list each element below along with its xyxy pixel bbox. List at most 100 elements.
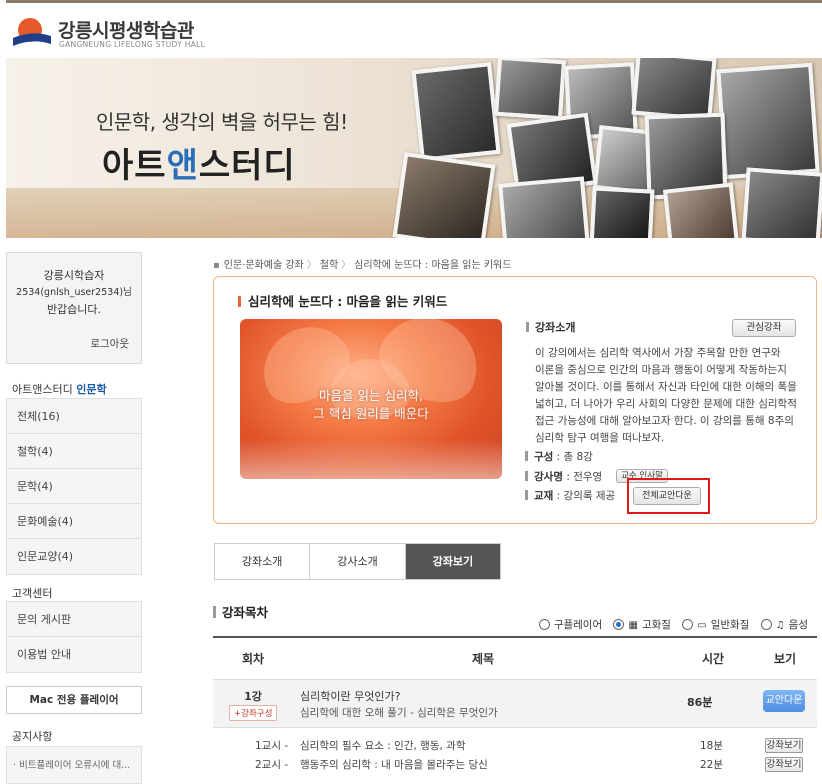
category-title-highlight: 인문학	[76, 383, 107, 396]
portrait-photo	[631, 58, 717, 122]
support-item-inquiry-board[interactable]: 문의 게시판	[7, 602, 141, 637]
portrait-photo	[662, 182, 740, 238]
thumbnail-caption-line1: 마음을 읽는 심리학,	[319, 388, 423, 403]
radio-label: 일반화질	[710, 619, 750, 631]
portrait-photo	[498, 176, 590, 238]
category-item-culture-arts[interactable]: 문화예술(4)	[7, 504, 141, 539]
breadcrumb-current: 심리학에 눈뜨다 : 마음을 읽는 키워드	[354, 260, 512, 271]
lecture-title: 심리학이란 무엇인가?	[300, 690, 401, 703]
logout-link[interactable]: 로그아웃	[90, 336, 129, 351]
category-item-humanities[interactable]: 인문교양(4)	[7, 539, 141, 574]
toc-table: 회차 제목 시간 보기 1강 +강좌구성 심리학이란 무엇인가? 심리학에 대한…	[213, 636, 817, 774]
greeting-line3: 반갑습니다.	[46, 303, 102, 316]
session-number: 1교시 -	[255, 740, 289, 752]
support-menu: 문의 게시판 이용법 안내	[6, 601, 142, 673]
lecturer-value: : 전우영	[562, 471, 603, 483]
table-row: 1강 +강좌구성 심리학이란 무엇인가? 심리학에 대한 오해 풀기 - 심리학…	[213, 680, 817, 728]
interest-course-button[interactable]: 관심강좌	[732, 319, 796, 337]
category-item-philosophy[interactable]: 철학(4)	[7, 434, 141, 469]
radio-label: 음성	[788, 619, 808, 631]
textbook-value: : 강의록 제공	[553, 490, 616, 502]
header-view: 보기	[773, 652, 797, 666]
lecture-structure-tag-text: +강좌구성	[229, 705, 278, 721]
lecture-subtitle: 심리학에 대한 오해 풀기 - 심리학은 무엇인가	[300, 707, 498, 719]
high-quality-icon: ▦	[628, 620, 638, 631]
banner-title: 아트앤스터디	[102, 138, 296, 187]
banner-title-part1: 아트	[102, 146, 167, 186]
session-time: 18분	[700, 740, 724, 752]
session-title: 심리학의 필수 요소 : 인간, 행동, 과학	[300, 740, 466, 752]
greeting-line2: 2534(gnlsh_user2534)님	[16, 287, 132, 298]
label-bar-icon	[525, 490, 528, 500]
view-lecture-button[interactable]: 강좌보기	[765, 757, 803, 772]
course-title-text: 심리학에 눈뜨다 : 마음을 읽는 키워드	[248, 294, 448, 309]
breadcrumb-item[interactable]: 인문·문화예술 강좌	[224, 260, 304, 271]
header-session: 회차	[241, 652, 265, 666]
toc-title: 강좌목차	[213, 602, 268, 621]
logo-name: 강릉시평생학습관	[58, 20, 194, 42]
textbook-label: 교재	[534, 490, 554, 502]
tab-course-view[interactable]: 강좌보기	[405, 544, 500, 579]
logo-mark-icon	[13, 18, 51, 46]
label-bar-icon	[526, 322, 529, 332]
music-note-icon: ♫	[775, 620, 785, 631]
login-box: 강릉시학습자 2534(gnlsh_user2534)님 반갑습니다. 로그아웃	[6, 252, 142, 364]
toc-title-text: 강좌목차	[222, 605, 269, 620]
header-title: 제목	[471, 652, 495, 666]
banner-tagline: 인문학, 생각의 벽을 허무는 힘!	[96, 110, 348, 134]
greeting-line1: 강릉시학습자	[43, 269, 105, 282]
portrait-photo	[589, 186, 655, 238]
radio-audio[interactable]: ♫ 음성	[760, 617, 808, 632]
thumb-cloud	[240, 439, 502, 479]
table-row: 1교시 - 심리학의 필수 요소 : 인간, 행동, 과학 18분 강좌보기	[213, 736, 817, 755]
category-item-literature[interactable]: 문학(4)	[7, 469, 141, 504]
radio-circle-icon	[538, 619, 550, 630]
download-materials-button[interactable]: 교안다운	[763, 690, 805, 712]
notice-item[interactable]: · 비트플레이어 오류시에 대...	[6, 746, 142, 784]
breadcrumb-separator-icon: 〉	[306, 260, 317, 271]
view-lecture-button[interactable]: 강좌보기	[765, 738, 803, 753]
radio-old-player[interactable]: 구플레이어	[538, 617, 602, 632]
portrait-photo	[741, 167, 822, 238]
quality-options: 구플레이어 ▦ 고화질 ▭ 일반화질 ♫ 음성	[531, 617, 808, 632]
lecture-structure-tag[interactable]: +강좌구성	[229, 705, 278, 721]
category-title: 아트앤스터디 인문학	[12, 381, 107, 397]
support-title: 고객센터	[12, 587, 53, 600]
lecturer-label: 강사명	[534, 471, 563, 483]
breadcrumb-item[interactable]: 철학	[320, 260, 338, 271]
top-divider	[6, 0, 822, 3]
thumbnail-caption: 마음을 읽는 심리학, 그 핵심 원리를 배운다	[240, 387, 502, 423]
breadcrumb-separator-icon: 〉	[341, 260, 352, 271]
radio-high-quality[interactable]: ▦ 고화질	[613, 617, 671, 632]
label-bar-icon	[525, 471, 528, 481]
title-bar-icon	[238, 296, 241, 307]
course-lecturer: 강사명 : 전우영	[525, 469, 602, 484]
label-bar-icon	[213, 606, 216, 618]
radio-normal-quality[interactable]: ▭ 일반화질	[682, 617, 749, 632]
logo-subtitle: GANGNEUNG LIFELONG STUDY HALL	[59, 40, 206, 49]
course-description: 이 강의에서는 심리학 역사에서 가장 주목할 만한 연구와 이론을 중심으로 …	[535, 347, 797, 444]
highlight-box	[627, 478, 710, 514]
portrait-photo	[493, 58, 567, 121]
composition-value: : 총 8강	[553, 451, 593, 463]
category-item-all[interactable]: 전체(16)	[7, 399, 141, 434]
mac-player-button[interactable]: Mac 전용 플레이어	[6, 686, 142, 714]
lecture-number: 1강	[244, 690, 262, 703]
category-title-prefix: 아트앤스터디	[12, 383, 77, 396]
radio-circle-icon	[682, 619, 694, 630]
portrait-photo	[411, 62, 501, 162]
radio-label: 고화질	[641, 619, 671, 631]
breadcrumb-bullet-icon: ▪	[213, 260, 220, 271]
portrait-photo	[716, 62, 820, 180]
course-thumbnail: 마음을 읽는 심리학, 그 핵심 원리를 배운다	[240, 319, 502, 479]
tab-course-intro[interactable]: 강좌소개	[215, 544, 311, 579]
hero-banner: 인문학, 생각의 벽을 허무는 힘! 아트앤스터디	[6, 58, 822, 238]
course-textbook: 교재 : 강의록 제공	[525, 488, 615, 503]
tab-lecturer-intro[interactable]: 강사소개	[310, 544, 406, 579]
breadcrumb: ▪ 인문·문화예술 강좌 〉 철학 〉 심리학에 눈뜨다 : 마음을 읽는 키워드	[213, 256, 511, 271]
category-menu: 전체(16) 철학(4) 문학(4) 문화예술(4) 인문교양(4)	[6, 398, 142, 575]
course-composition: 구성 : 총 8강	[525, 449, 593, 464]
banner-title-highlight: 앤	[166, 146, 199, 186]
table-row: 2교시 - 행동주의 심리학 : 내 마음을 몰라주는 당신 22분 강좌보기	[213, 755, 817, 774]
support-item-usage-guide[interactable]: 이용법 안내	[7, 637, 141, 672]
